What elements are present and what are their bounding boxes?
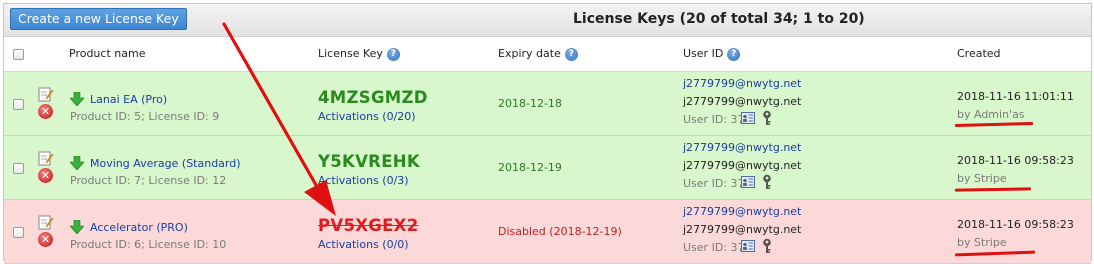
product-name-link[interactable]: Moving Average (Standard) [90,157,241,170]
product-ids: Product ID: 6; License ID: 10 [70,238,227,251]
created-by: by Admin'as [957,108,1025,121]
column-header-user-id-label: User ID [683,47,724,60]
row-checkbox[interactable] [13,99,24,110]
user-email: j2779799@nwytg.net [683,159,802,172]
license-keys-panel: Create a new License Key License Keys (2… [3,3,1092,264]
created-by: by Stripe [957,236,1007,249]
column-header-expiry-label: Expiry date [498,47,561,60]
key-icon[interactable] [761,238,773,254]
column-header-license-key-label: License Key [318,47,383,60]
product-ids: Product ID: 7; License ID: 12 [70,174,227,187]
created-date: 2018-11-16 11:01:11 [957,90,1074,103]
column-header-created: Created [957,47,1001,60]
license-key-value: PV5XGEX2 [318,216,419,235]
column-header-product: Product name [69,47,146,60]
panel-titlebar: Create a new License Key License Keys (2… [4,4,1091,37]
edit-icon[interactable] [37,86,53,102]
created-by: by Stripe [957,172,1007,185]
activations-link[interactable]: Activations (0/0) [318,238,409,251]
table-title: License Keys (20 of total 34; 1 to 20) [573,11,865,27]
activations-link[interactable]: Activations (0/20) [318,110,416,123]
user-email: j2779799@nwytg.net [683,223,802,236]
create-license-key-button[interactable]: Create a new License Key [10,8,187,30]
help-icon[interactable]: ? [727,47,741,61]
user-id: User ID: 37 [683,177,745,190]
created-date: 2018-11-16 09:58:23 [957,218,1074,231]
product-name-link[interactable]: Accelerator (PRO) [90,221,188,234]
column-header-expiry: Expiry date? [498,37,578,71]
user-card-icon[interactable] [741,240,755,252]
license-key-value: Y5KVREHK [318,152,420,171]
table-row: ✕ Moving Average (Standard) Product ID: … [4,136,1091,200]
delete-icon[interactable]: ✕ [38,104,53,119]
user-card-icon[interactable] [741,112,755,124]
help-icon[interactable]: ? [564,47,578,61]
download-arrow-icon[interactable] [70,220,84,234]
product-name-link[interactable]: Lanai EA (Pro) [90,93,167,106]
user-id: User ID: 37 [683,241,745,254]
table-header: Product name License Key? Expiry date? U… [4,37,1091,72]
key-icon[interactable] [761,110,773,126]
delete-icon[interactable]: ✕ [38,232,53,247]
edit-icon[interactable] [37,150,53,166]
help-icon[interactable]: ? [386,47,400,61]
row-checkbox[interactable] [13,163,24,174]
edit-icon[interactable] [37,214,53,230]
user-email-link[interactable]: j2779799@nwytg.net [683,77,801,90]
user-email-link[interactable]: j2779799@nwytg.net [683,141,801,154]
expiry-date: 2018-12-18 [498,97,562,110]
license-key-value: 4MZSGMZD [318,88,428,107]
column-header-license-key: License Key? [318,37,400,71]
expiry-date: 2018-12-19 [498,161,562,174]
user-email: j2779799@nwytg.net [683,95,802,108]
delete-icon[interactable]: ✕ [38,168,53,183]
download-arrow-icon[interactable] [70,92,84,106]
download-arrow-icon[interactable] [70,156,84,170]
user-card-icon[interactable] [741,176,755,188]
key-icon[interactable] [761,174,773,190]
expiry-date: Disabled (2018-12-19) [498,225,622,238]
select-all-checkbox[interactable] [13,49,24,60]
table-row: ✕ Lanai EA (Pro) Product ID: 5; License … [4,72,1091,136]
column-header-user-id: User ID? [683,37,741,71]
product-ids: Product ID: 5; License ID: 9 [70,110,220,123]
created-date: 2018-11-16 09:58:23 [957,154,1074,167]
table-row: ✕ Accelerator (PRO) Product ID: 6; Licen… [4,200,1091,264]
row-checkbox[interactable] [13,227,24,238]
user-email-link[interactable]: j2779799@nwytg.net [683,205,801,218]
activations-link[interactable]: Activations (0/3) [318,174,409,187]
user-id: User ID: 37 [683,113,745,126]
